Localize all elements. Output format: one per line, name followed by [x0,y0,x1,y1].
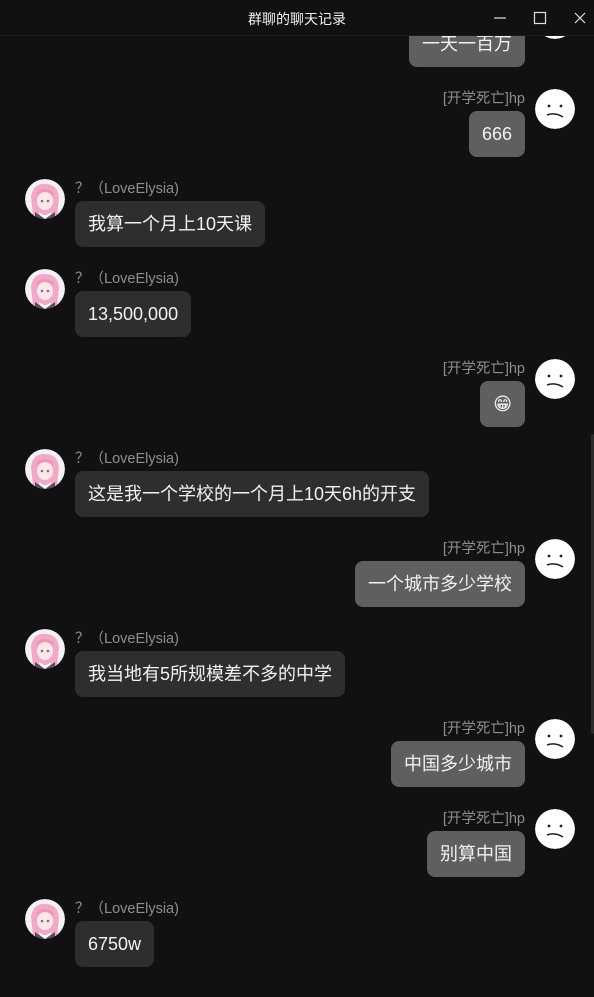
sender-name: [开学死亡]hp [442,541,525,557]
hp-avatar-face-icon [544,36,566,39]
hp-avatar[interactable] [535,36,575,39]
message-bubble[interactable]: 别算中国 [427,831,525,877]
elysia-avatar[interactable] [25,629,65,669]
sender-name: [开学死亡]hp [442,721,525,737]
message-bubble[interactable]: 一个城市多少学校 [355,561,525,607]
maximize-icon [533,11,547,25]
message-bubble[interactable]: 我算一个月上10天课 [75,201,266,247]
message-bubble[interactable]: 6750w [75,921,155,967]
hp-avatar-face-icon [535,719,575,759]
chat-history[interactable]: 一天一百万 [开学死亡]hp 666 ？（LoveElysia) 我算一个月上10天课？… [0,36,594,997]
sender-name: [开学死亡]hp [442,361,525,377]
elysia-avatar-image [25,629,65,669]
hp-avatar-face-icon [535,359,575,399]
sender-name: ？（LoveElysia) [75,901,179,917]
minimize-icon [494,17,506,19]
elysia-avatar[interactable] [25,269,65,309]
hp-avatar[interactable] [535,359,575,399]
title-bar: 群聊的聊天记录 [0,0,594,36]
maximize-button[interactable] [526,6,554,30]
hp-avatar[interactable] [535,719,575,759]
chat-message: ？（LoveElysia) 我算一个月上10天课 [0,179,594,269]
elysia-avatar[interactable] [25,449,65,489]
sender-name: [开学死亡]hp [442,811,525,827]
message-bubble[interactable]: 一天一百万 [409,36,525,67]
chat-message: ？（LoveElysia) 我当地有5所规模差不多的中学 [0,629,594,719]
chat-message: [开学死亡]hp 666 [0,89,594,179]
elysia-avatar-image [25,899,65,939]
chat-message: ？（LoveElysia) 6750w [0,899,594,989]
message-bubble[interactable]: 我当地有5所规模差不多的中学 [75,651,346,697]
message-bubble[interactable]: 666 [468,111,525,157]
hp-avatar[interactable] [535,539,575,579]
chat-message: [开学死亡]hp 别算中国 [0,809,594,899]
hp-avatar-face-icon [535,539,575,579]
hp-avatar-face-icon [535,89,575,129]
sender-name: ？（LoveElysia) [75,631,179,647]
chat-message: [开学死亡]hp 😁 [0,359,594,449]
chat-message: [开学死亡]hp 一个城市多少学校 [0,539,594,629]
chat-message: ？（LoveElysia) 13,500,000 [0,269,594,359]
sender-name: ？（LoveElysia) [75,271,179,287]
close-icon [574,12,586,24]
hp-avatar-face-icon [535,809,575,849]
elysia-avatar-image [25,269,65,309]
elysia-avatar[interactable] [25,179,65,219]
close-button[interactable] [566,6,594,30]
elysia-avatar[interactable] [25,899,65,939]
chat-message: [开学死亡]hp 中国多少城市 [0,719,594,809]
sender-name: [开学死亡]hp [442,91,525,107]
chat-message: 一天一百万 [0,36,594,89]
message-bubble[interactable]: 😁 [480,381,525,427]
elysia-avatar-image [25,449,65,489]
sender-name: ？（LoveElysia) [75,181,179,197]
hp-avatar[interactable] [535,89,575,129]
message-bubble[interactable]: 中国多少城市 [391,741,525,787]
hp-avatar[interactable] [535,809,575,849]
minimize-button[interactable] [486,6,514,30]
elysia-avatar-image [25,179,65,219]
message-bubble[interactable]: 这是我一个学校的一个月上10天6h的开支 [75,471,430,517]
chat-message: ？（LoveElysia) 这是我一个学校的一个月上10天6h的开支 [0,449,594,539]
message-bubble[interactable]: 13,500,000 [75,291,192,337]
sender-name: ？（LoveElysia) [75,451,179,467]
